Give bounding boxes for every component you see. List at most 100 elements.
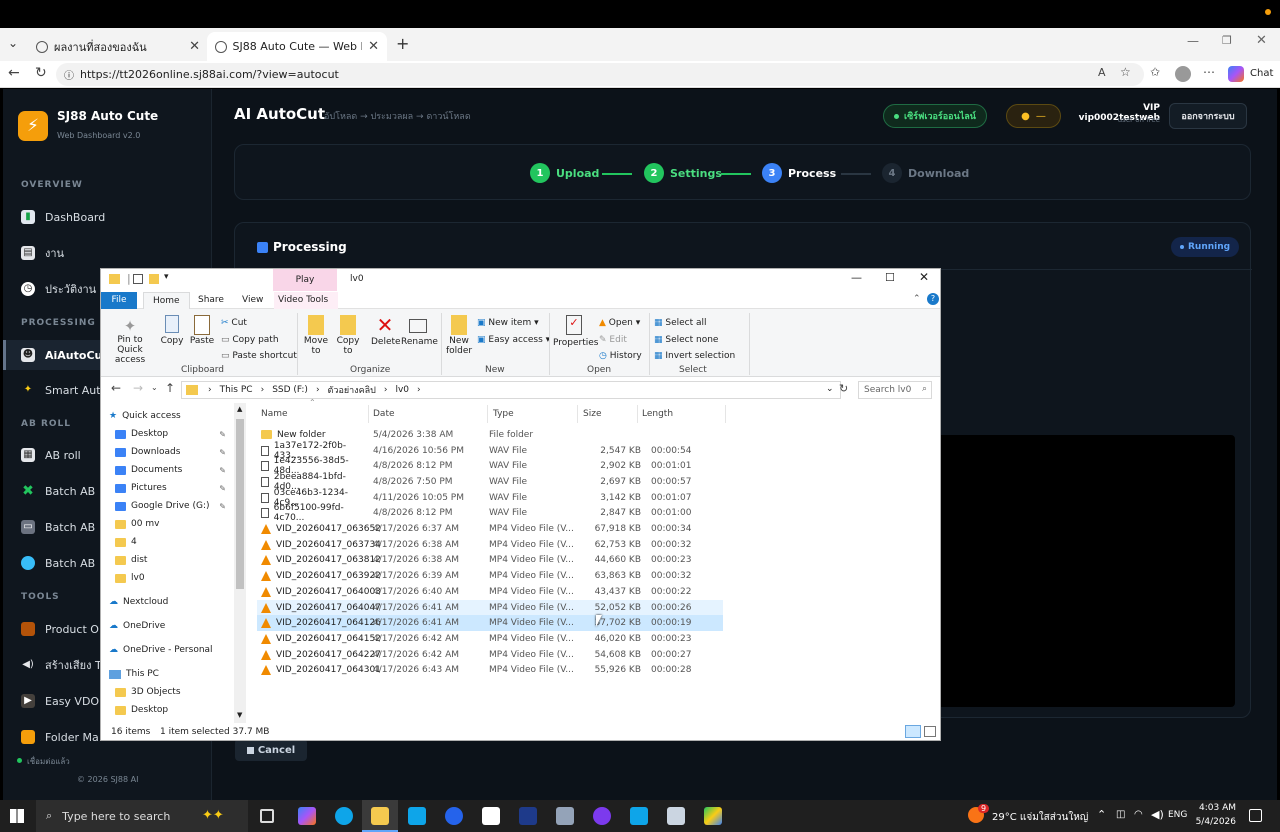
network-icon[interactable]: ◫ bbox=[1116, 809, 1125, 820]
favorites-icon[interactable]: ✩ bbox=[1150, 65, 1160, 79]
nav-item[interactable]: 00 mv bbox=[115, 515, 226, 533]
sidebar-item-product[interactable]: Product O bbox=[21, 619, 99, 639]
nav-item[interactable]: ☁ OneDrive bbox=[109, 617, 226, 635]
nav-item[interactable]: Desktop ✎ bbox=[115, 425, 226, 443]
app-v-icon[interactable] bbox=[519, 807, 537, 825]
tray-expand-icon[interactable]: ⌃ bbox=[1097, 808, 1106, 821]
nav-item[interactable]: lv0 bbox=[115, 569, 226, 587]
copilot-taskbar-icon[interactable] bbox=[298, 807, 316, 825]
more-menu-icon[interactable]: ⋯ bbox=[1203, 65, 1215, 79]
sidebar-item-ab-roll[interactable]: ▦ AB roll bbox=[21, 445, 81, 465]
wifi-icon[interactable]: ◠ bbox=[1134, 809, 1143, 820]
breadcrumb-item[interactable]: This PC bbox=[220, 385, 253, 395]
scroll-up-icon[interactable]: ▲ bbox=[237, 405, 242, 413]
clock-date[interactable]: 5/4/2026 bbox=[1188, 817, 1236, 827]
close-window-icon[interactable]: ✕ bbox=[1256, 33, 1267, 48]
nav-item[interactable]: Downloads ✎ bbox=[115, 443, 226, 461]
file-row[interactable]: VID_20260417_063652 4/17/2026 6:37 AM MP4 … bbox=[257, 521, 723, 537]
logout-button[interactable]: ออกจากระบบ bbox=[1169, 103, 1247, 129]
breadcrumb-item[interactable]: ตัวอย่างคลิป bbox=[328, 383, 376, 397]
delete-button[interactable]: ✕ Delete bbox=[371, 313, 401, 347]
properties-qat-icon[interactable] bbox=[133, 274, 143, 284]
copy-button[interactable]: Copy bbox=[159, 315, 185, 346]
browser-tab-1[interactable]: ผลงานที่สองของฉัน ✕ bbox=[28, 32, 208, 61]
weather-text[interactable]: 29°C แจ่มใสส่วนใหญ่ bbox=[992, 810, 1088, 825]
back-icon[interactable]: ← bbox=[8, 65, 20, 81]
refresh-icon[interactable]: ↻ bbox=[839, 382, 848, 395]
tab-video-tools[interactable]: Video Tools bbox=[274, 292, 338, 309]
sidebar-item-folder-manager[interactable]: Folder Ma bbox=[21, 727, 99, 747]
column-divider[interactable] bbox=[368, 405, 369, 423]
coin-badge[interactable]: ● — bbox=[1006, 104, 1061, 128]
file-row[interactable]: 6b6f5100-99fd-4c70... 4/8/2026 8:12 PM WAV… bbox=[257, 503, 723, 523]
up-icon[interactable]: ↑ bbox=[165, 381, 175, 395]
paste-shortcut-button[interactable]: ▭ Paste shortcut bbox=[221, 348, 297, 365]
maximize-icon[interactable]: ☐ bbox=[885, 271, 895, 284]
column-divider[interactable] bbox=[487, 405, 488, 423]
rename-button[interactable]: Rename bbox=[401, 315, 438, 347]
nav-item[interactable]: ★ Quick access bbox=[109, 407, 226, 425]
favorite-star-icon[interactable]: ☆ bbox=[1120, 65, 1131, 79]
sidebar-item-aiautocut[interactable]: ☻ AiAutoCut bbox=[21, 345, 108, 365]
copy-to-button[interactable]: Copy to bbox=[335, 315, 361, 356]
tab-share[interactable]: Share bbox=[189, 292, 233, 309]
capcut-icon[interactable] bbox=[482, 807, 500, 825]
move-to-button[interactable]: Move to bbox=[303, 315, 329, 356]
ribbon-collapse-icon[interactable]: ⌃ bbox=[913, 294, 921, 304]
new-tab-icon[interactable]: + bbox=[396, 34, 409, 53]
select-all-button[interactable]: ▦ Select all bbox=[654, 315, 735, 332]
history-button[interactable]: ◷ History bbox=[599, 348, 642, 365]
sidebar-item-history[interactable]: ◷ ประวัติงาน bbox=[21, 279, 96, 299]
new-item-button[interactable]: ▣ New item ▾ bbox=[477, 315, 550, 332]
google-drive-icon[interactable] bbox=[704, 807, 722, 825]
file-row[interactable]: VID_20260417_064047 4/17/2026 6:41 AM MP4 … bbox=[257, 599, 723, 616]
column-divider[interactable] bbox=[577, 405, 578, 423]
nav-item[interactable]: Documents ✎ bbox=[115, 461, 226, 479]
browser-tab-2[interactable]: SJ88 Auto Cute — Web Dashboard ✕ bbox=[207, 32, 387, 61]
file-row[interactable]: VID_20260417_064003 4/17/2026 6:40 AM MP4 … bbox=[257, 584, 723, 600]
address-bar[interactable]: ⓘ https://tt2026online.sj88ai.com/?view=… bbox=[56, 63, 1144, 86]
easy-access-button[interactable]: ▣ Easy access ▾ bbox=[477, 332, 550, 349]
recent-locations-icon[interactable]: ⌄ bbox=[151, 383, 158, 392]
minimize-icon[interactable]: — bbox=[851, 271, 862, 284]
edit-button[interactable]: ✎ Edit bbox=[599, 332, 642, 349]
sidebar-item-batch-ab-2[interactable]: ▭ Batch AB bbox=[21, 517, 95, 537]
nav-item[interactable]: dist bbox=[115, 551, 226, 569]
clock-time[interactable]: 4:03 AM bbox=[1198, 803, 1236, 813]
column-date[interactable]: Date bbox=[373, 405, 485, 423]
scroll-down-icon[interactable]: ▼ bbox=[237, 711, 242, 719]
file-row[interactable]: VID_20260417_063922 4/17/2026 6:39 AM MP4 … bbox=[257, 568, 723, 584]
notepad-icon[interactable] bbox=[667, 807, 685, 825]
nav-scrollbar-thumb[interactable] bbox=[236, 419, 244, 589]
breadcrumb-item[interactable]: SSD (F:) bbox=[272, 385, 308, 395]
tab-list-chevron-icon[interactable]: ⌄ bbox=[8, 36, 18, 50]
tab-file[interactable]: File bbox=[101, 292, 137, 309]
windows-start-icon[interactable] bbox=[10, 809, 24, 823]
notifications-icon[interactable] bbox=[1249, 809, 1262, 822]
copilot-icon[interactable] bbox=[1228, 66, 1244, 82]
open-button[interactable]: ▲ Open ▾ bbox=[599, 315, 642, 332]
tab-view[interactable]: View bbox=[233, 292, 272, 309]
properties-button[interactable]: ✓ Properties bbox=[553, 315, 598, 348]
file-row[interactable]: VID_20260417_064301 4/17/2026 6:43 AM MP4 … bbox=[257, 663, 723, 679]
new-folder-qat-icon[interactable] bbox=[149, 274, 159, 284]
close-tab-icon[interactable]: ✕ bbox=[189, 39, 200, 54]
taskbar-search[interactable]: ⌕ Type here to search ✦✦ bbox=[36, 800, 248, 832]
refresh-icon[interactable]: ↻ bbox=[35, 65, 47, 81]
details-view-icon[interactable] bbox=[905, 725, 921, 738]
large-icons-view-icon[interactable] bbox=[924, 726, 936, 737]
edge-icon[interactable] bbox=[335, 807, 353, 825]
address-dropdown-icon[interactable]: ⌄ bbox=[826, 384, 834, 394]
language-indicator[interactable]: ENG bbox=[1168, 810, 1187, 820]
copy-path-button[interactable]: ▭ Copy path bbox=[221, 332, 297, 349]
qat-dropdown-icon[interactable]: ▾ bbox=[164, 272, 169, 282]
file-row[interactable]: VID_20260417_064227 4/17/2026 6:42 AM MP4 … bbox=[257, 647, 723, 663]
store-icon[interactable] bbox=[408, 807, 426, 825]
search-box[interactable]: Search lv0 ⌕ bbox=[858, 381, 932, 399]
volume-icon[interactable]: ◀) bbox=[1151, 808, 1164, 821]
column-divider[interactable] bbox=[725, 405, 726, 423]
file-explorer-icon[interactable] bbox=[371, 807, 389, 825]
nav-item[interactable]: Pictures ✎ bbox=[115, 479, 226, 497]
new-folder-button[interactable]: New folder bbox=[446, 315, 472, 356]
nav-item[interactable]: 4 bbox=[115, 533, 226, 551]
